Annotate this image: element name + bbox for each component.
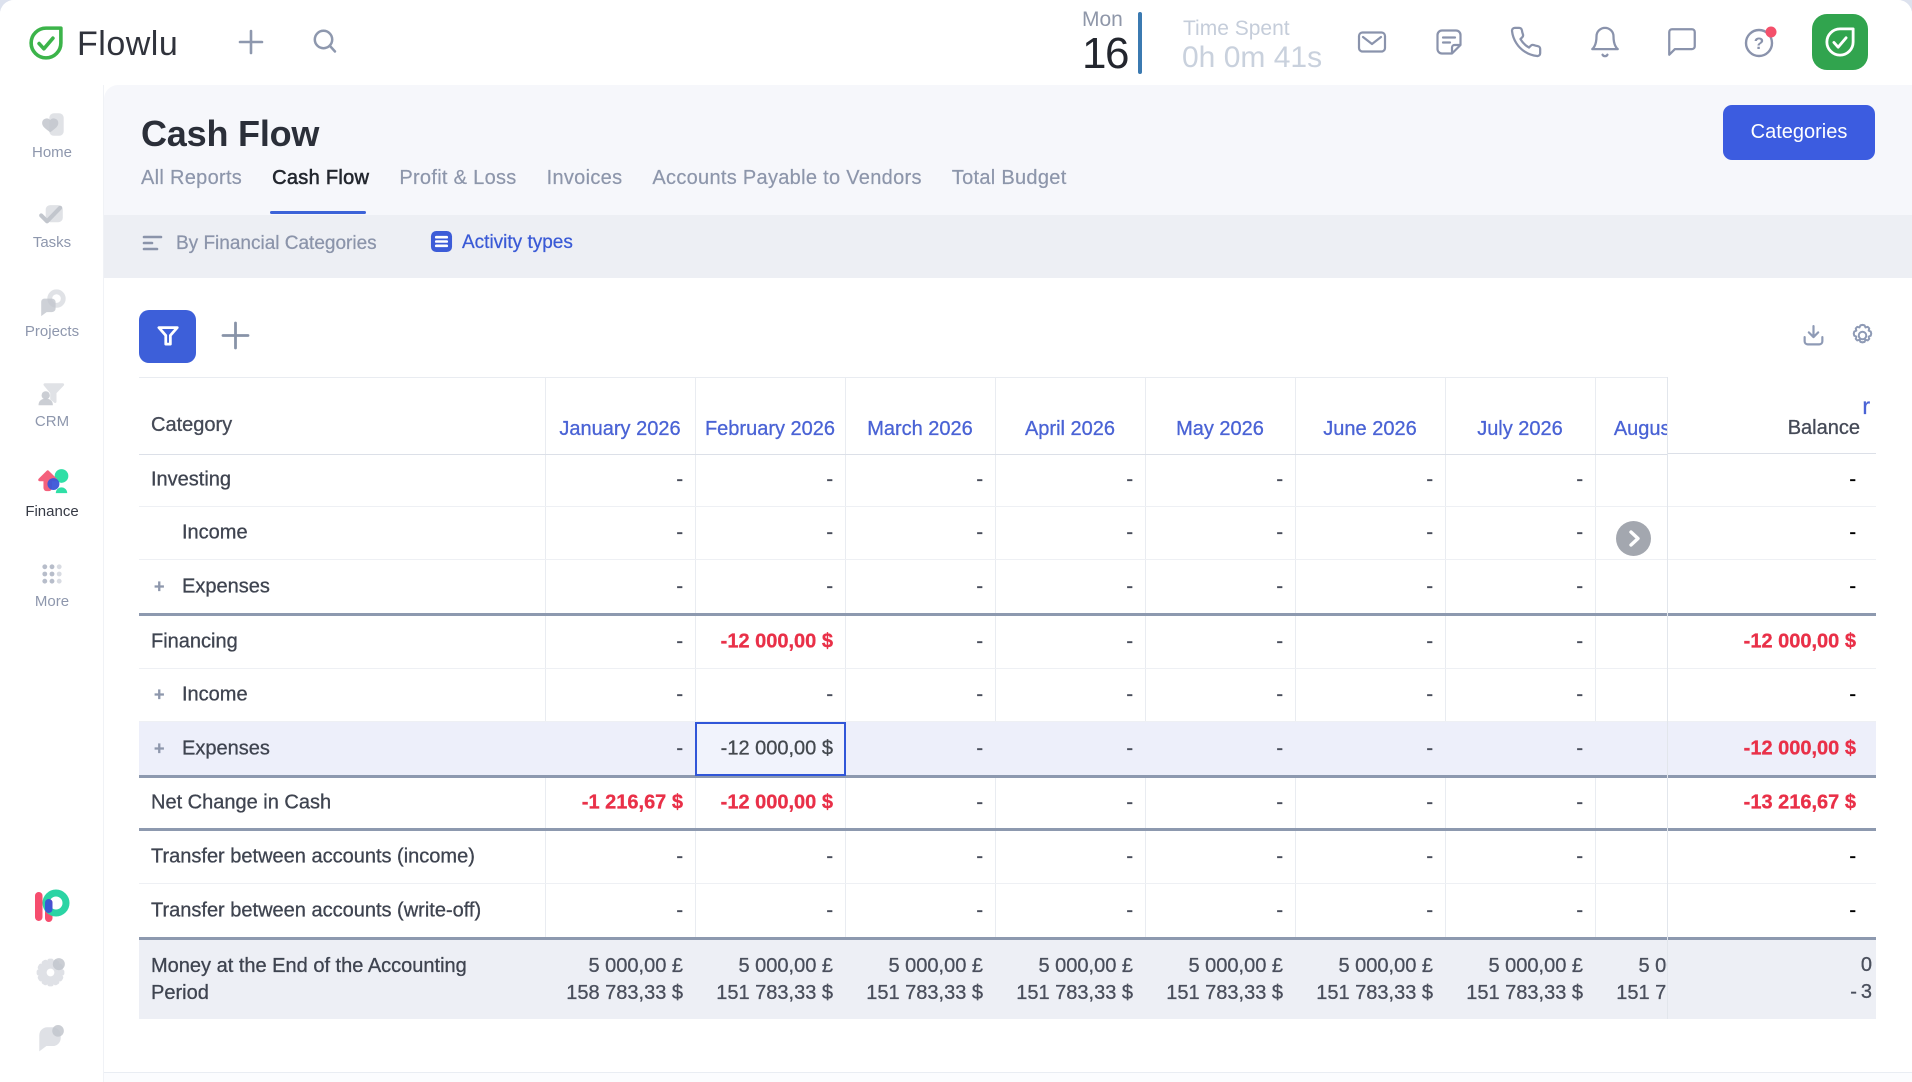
svg-text:?: ? <box>1754 34 1764 53</box>
